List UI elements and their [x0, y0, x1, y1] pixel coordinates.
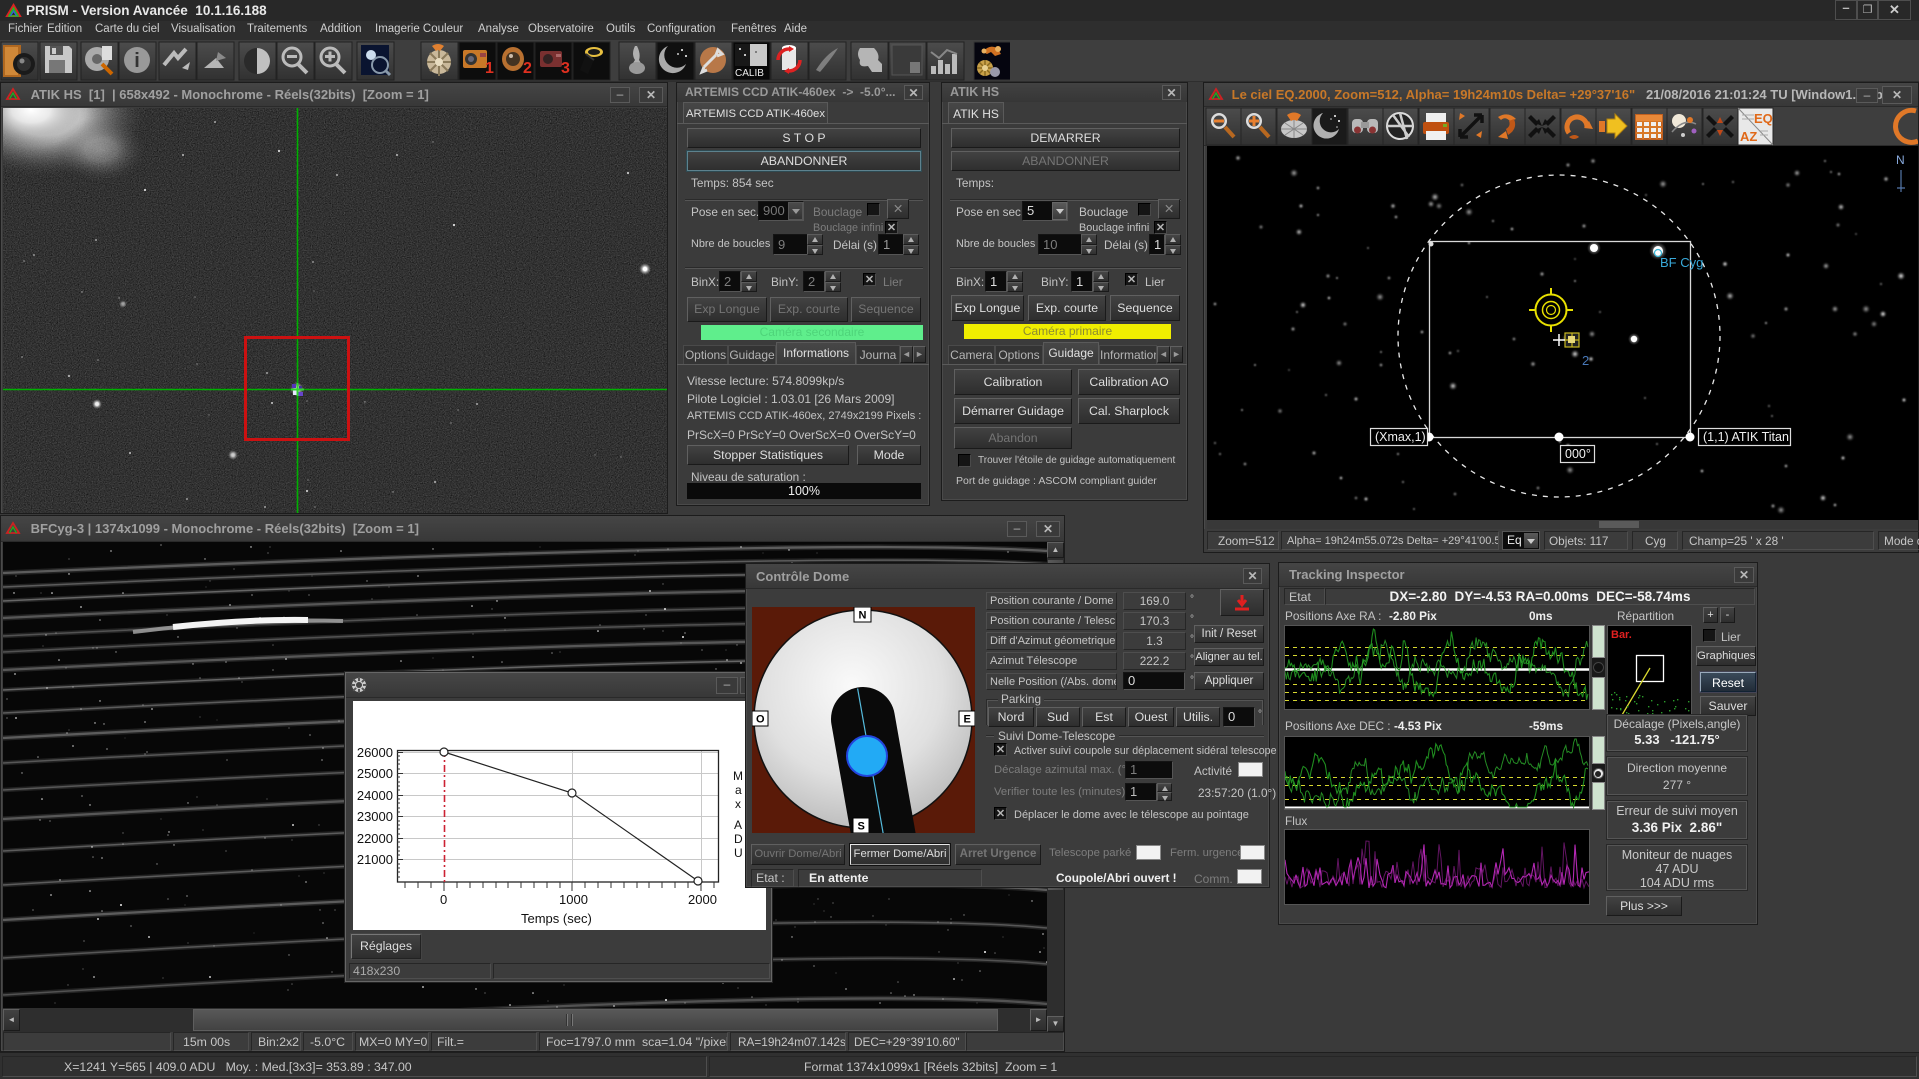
svg-text:M: M	[733, 769, 743, 783]
svg-text:U: U	[734, 846, 743, 860]
svg-text:23000: 23000	[357, 809, 393, 824]
svg-text:(Xmax,1): (Xmax,1)	[1375, 430, 1426, 444]
svg-text:BF Cyg: BF Cyg	[1660, 255, 1703, 270]
svg-text:26000: 26000	[357, 745, 393, 760]
svg-text:Temps (sec): Temps (sec)	[521, 911, 592, 926]
svg-text:2: 2	[523, 60, 532, 77]
svg-text:25000: 25000	[357, 766, 393, 781]
svg-text:0: 0	[440, 892, 447, 907]
svg-text:E: E	[964, 714, 971, 726]
svg-text:1: 1	[485, 60, 494, 77]
svg-text:O: O	[756, 714, 765, 726]
svg-text:AZ: AZ	[1740, 129, 1757, 144]
svg-text:1000: 1000	[559, 892, 588, 907]
svg-text:S: S	[858, 821, 865, 833]
svg-text:EQ: EQ	[1754, 111, 1773, 126]
svg-text:21000: 21000	[357, 852, 393, 867]
svg-text:CALIB: CALIB	[735, 68, 764, 79]
svg-text:(1,1) ATIK Titan: (1,1) ATIK Titan	[1703, 430, 1789, 444]
svg-text:3: 3	[561, 60, 570, 77]
svg-text:i: i	[134, 50, 140, 72]
svg-text:2: 2	[1582, 353, 1589, 368]
svg-text:2000: 2000	[688, 892, 717, 907]
svg-text:N: N	[859, 610, 867, 622]
svg-text:x: x	[735, 797, 741, 811]
svg-text:Bar.: Bar.	[1611, 629, 1632, 641]
svg-text:A: A	[734, 818, 742, 832]
svg-text:a: a	[735, 783, 742, 797]
svg-text:N: N	[1896, 153, 1905, 167]
svg-text:000°: 000°	[1565, 447, 1591, 461]
svg-text:22000: 22000	[357, 831, 393, 846]
svg-text:24000: 24000	[357, 788, 393, 803]
svg-text:D: D	[734, 832, 743, 846]
